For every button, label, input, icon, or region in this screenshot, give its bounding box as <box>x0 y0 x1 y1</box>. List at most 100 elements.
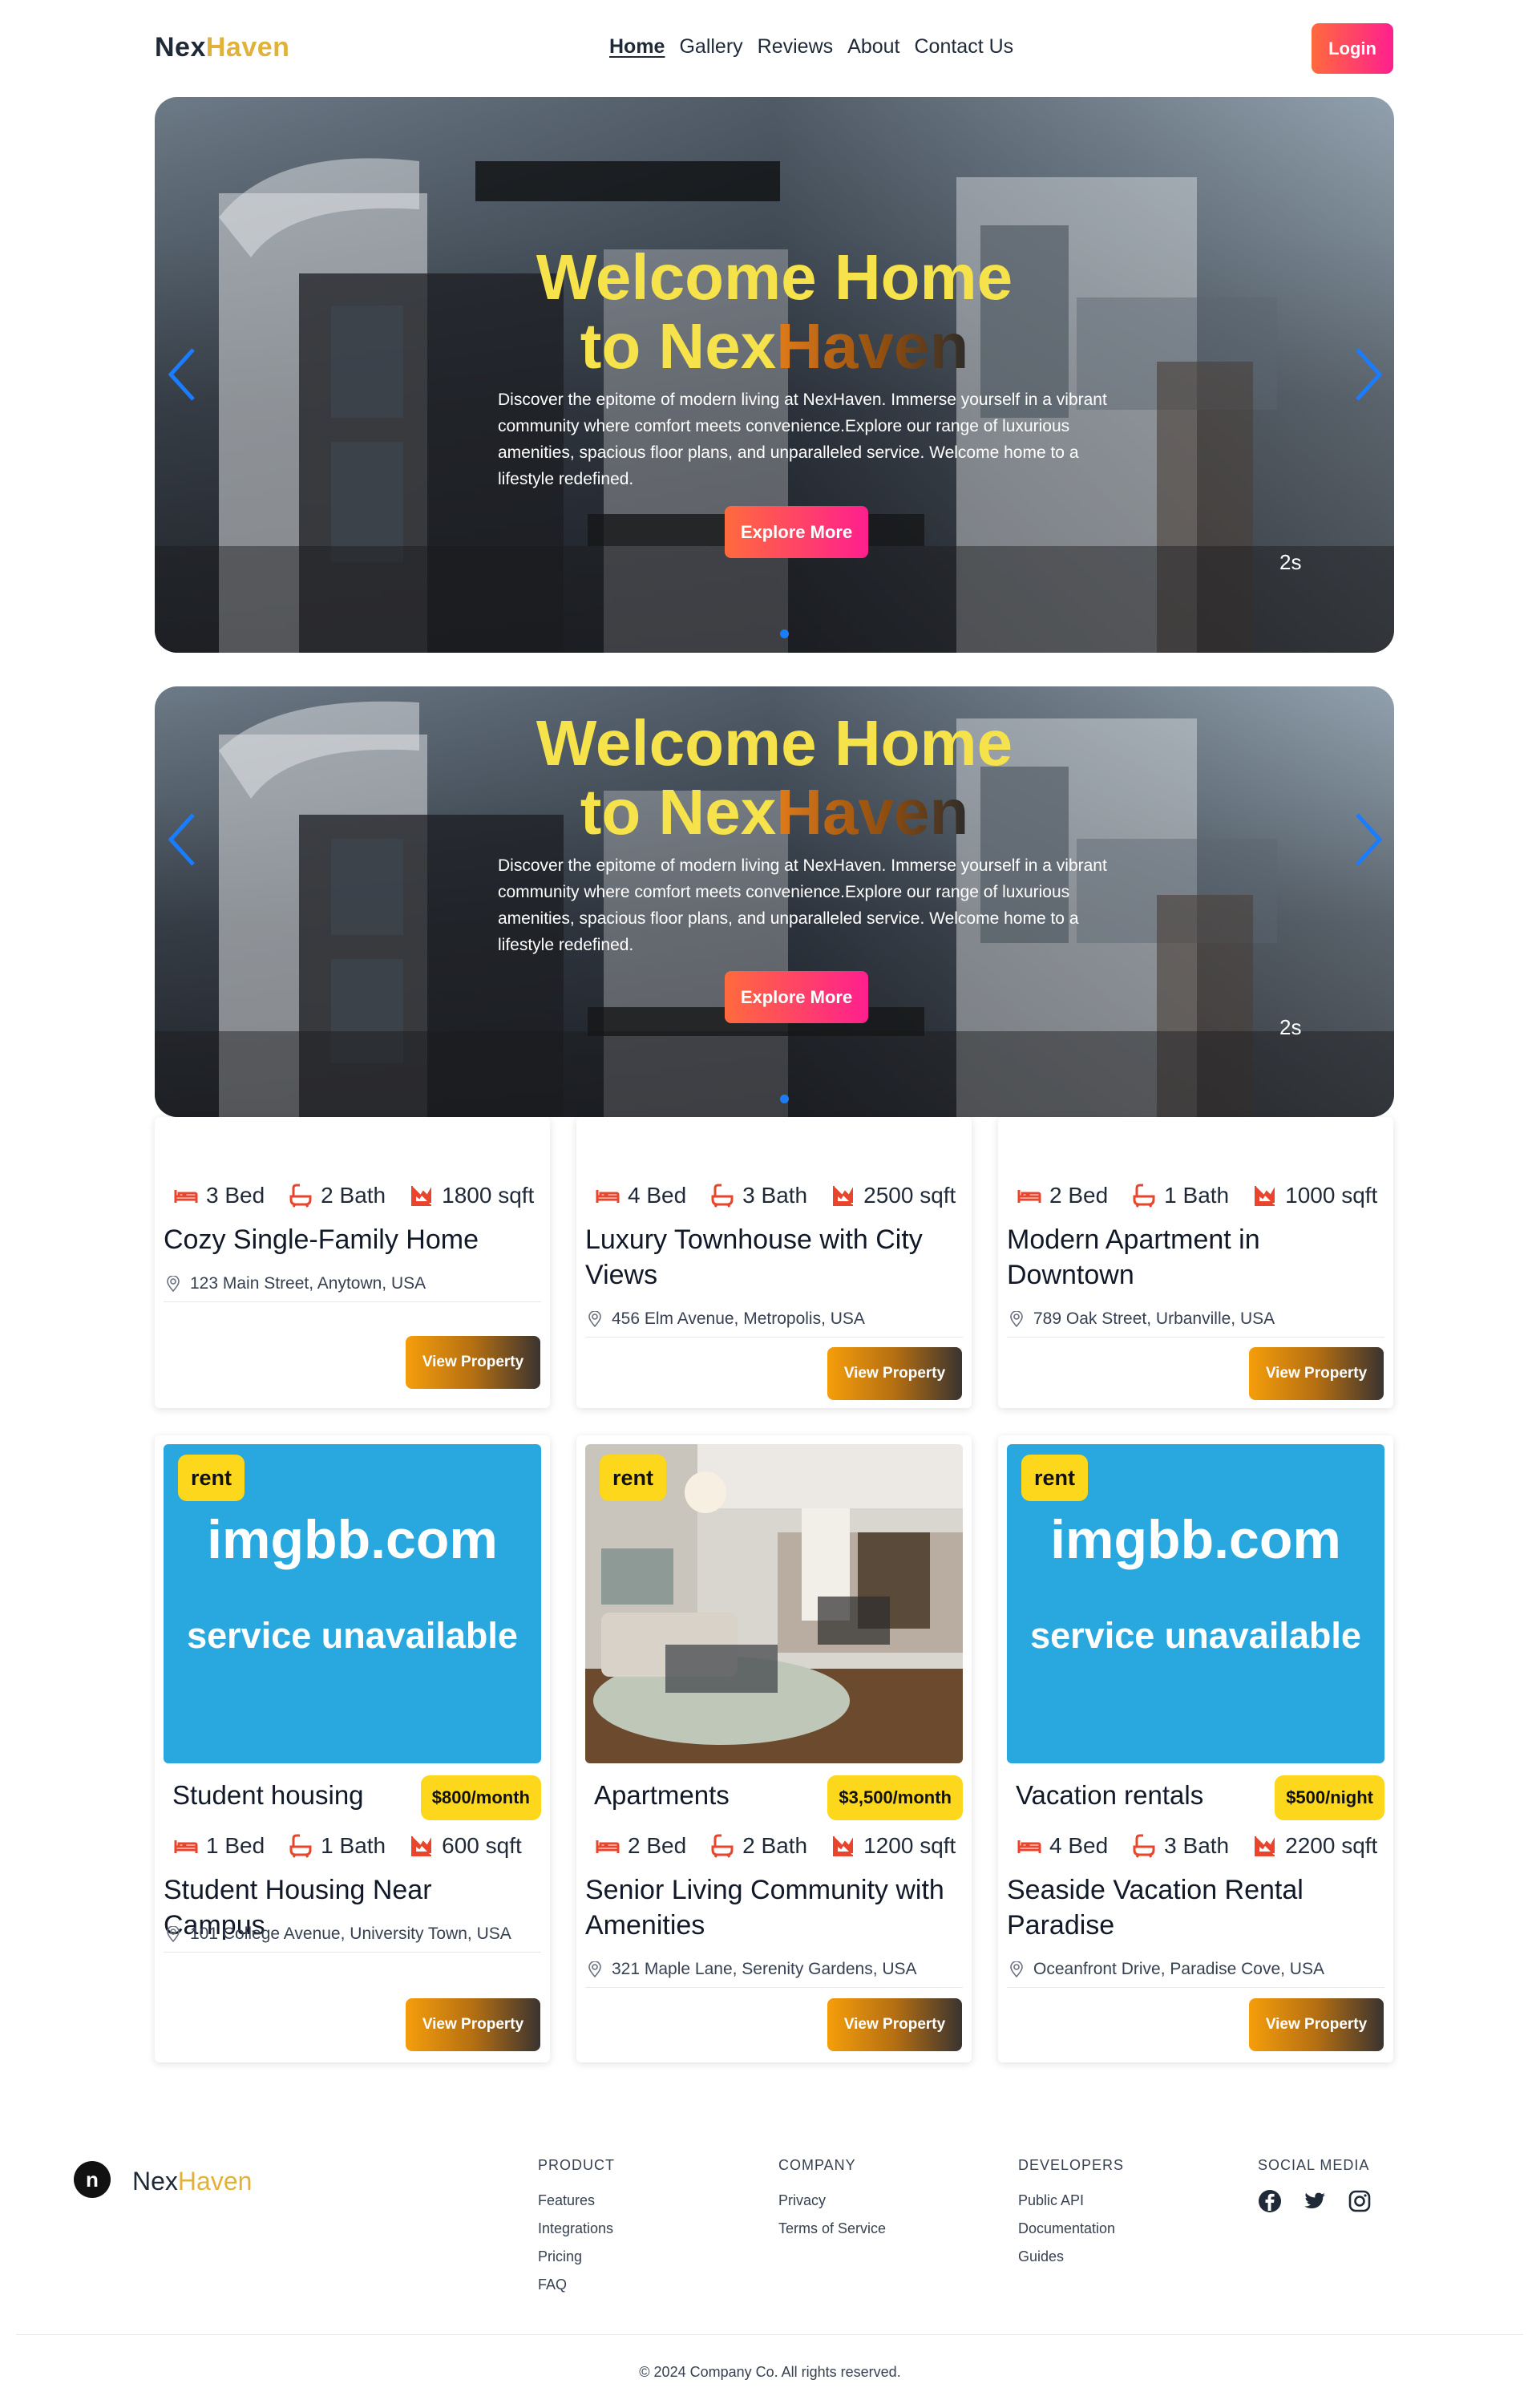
facebook-icon[interactable] <box>1258 2189 1282 2213</box>
carousel-next-icon[interactable] <box>1352 811 1384 868</box>
area-spec: 2500 sqft <box>831 1183 956 1208</box>
beds-spec: 2 Bed <box>1017 1183 1108 1208</box>
bath-icon <box>1133 1834 1155 1858</box>
property-title[interactable]: Modern Apartment in Downtown <box>1007 1222 1384 1293</box>
beds-label: 1 Bed <box>206 1833 265 1858</box>
price-badge: $3,500/month <box>827 1775 963 1820</box>
price-badge: $800/month <box>420 1775 541 1820</box>
explore-more-button[interactable]: Explore More <box>725 506 868 558</box>
carousel-dot[interactable] <box>780 629 789 638</box>
area-icon <box>833 1836 854 1856</box>
carousel-prev-icon[interactable] <box>166 346 198 403</box>
nav-home[interactable]: Home <box>609 35 665 59</box>
baths-spec: 3 Bath <box>1132 1833 1229 1859</box>
footer-link-pricing[interactable]: Pricing <box>538 2248 615 2265</box>
footer-link-faq[interactable]: FAQ <box>538 2277 615 2293</box>
brand-logo[interactable]: NexHaven <box>155 32 289 63</box>
baths-spec: 1 Bath <box>289 1833 386 1859</box>
view-property-button[interactable]: View Property <box>827 1998 962 2051</box>
address-text: 123 Main Street, Anytown, USA <box>190 1274 426 1293</box>
bath-icon <box>289 1834 312 1858</box>
nav-contact[interactable]: Contact Us <box>914 35 1013 59</box>
footer-company-column: COMPANY Privacy Terms of Service <box>778 2157 886 2248</box>
status-badge: rent <box>1021 1455 1089 1501</box>
nav-links: Home Gallery Reviews About Contact Us <box>609 35 1013 59</box>
login-button[interactable]: Login <box>1312 23 1393 74</box>
nav-gallery[interactable]: Gallery <box>679 35 742 59</box>
area-label: 1000 sqft <box>1285 1183 1378 1208</box>
beds-spec: 3 Bed <box>174 1183 265 1208</box>
footer-link-public-api[interactable]: Public API <box>1018 2192 1124 2209</box>
hero-title: Welcome Home to NexHaven <box>155 709 1394 847</box>
property-title[interactable]: Luxury Townhouse with City Views <box>585 1222 962 1293</box>
carousel-next-icon[interactable] <box>1352 346 1384 403</box>
view-property-button[interactable]: View Property <box>827 1347 962 1400</box>
footer-heading: COMPANY <box>778 2157 856 2173</box>
property-address: 321 Maple Lane, Serenity Gardens, USA <box>588 1960 917 1979</box>
footer-logo-icon[interactable]: n <box>74 2161 111 2198</box>
location-pin-icon <box>588 1961 601 1977</box>
hero-title-line2-a: to Nex <box>580 776 777 848</box>
footer-product-column: PRODUCT Features Integrations Pricing FA… <box>538 2157 615 2305</box>
baths-label: 2 Bath <box>742 1833 808 1858</box>
property-specs: 2 Bed 1 Bath 1000 sqft <box>1017 1183 1377 1208</box>
placeholder-title: imgbb.com <box>1050 1509 1341 1570</box>
baths-spec: 1 Bath <box>1132 1183 1229 1208</box>
divider <box>1007 1987 1384 1988</box>
property-specs: 2 Bed 2 Bath 1200 sqft <box>596 1833 956 1859</box>
bath-icon <box>711 1184 734 1208</box>
area-icon <box>411 1836 432 1856</box>
footer-brand[interactable]: NexHaven <box>132 2167 252 2196</box>
property-specs: 1 Bed 1 Bath 600 sqft <box>174 1833 522 1859</box>
placeholder-subtitle: service unavailable <box>1030 1615 1361 1656</box>
footer-link-integrations[interactable]: Integrations <box>538 2220 615 2237</box>
nav-about[interactable]: About <box>847 35 899 59</box>
baths-label: 3 Bath <box>1164 1833 1230 1858</box>
view-property-button[interactable]: View Property <box>1249 1347 1384 1400</box>
footer-link-privacy[interactable]: Privacy <box>778 2192 886 2209</box>
property-address: 101 College Avenue, University Town, USA <box>166 1924 511 1944</box>
area-spec: 600 sqft <box>410 1833 522 1859</box>
address-text: 456 Elm Avenue, Metropolis, USA <box>612 1309 865 1328</box>
property-address: 123 Main Street, Anytown, USA <box>166 1274 426 1293</box>
property-category: Student housing <box>172 1780 364 1810</box>
carousel-prev-icon[interactable] <box>166 811 198 868</box>
address-text: 789 Oak Street, Urbanville, USA <box>1033 1309 1275 1328</box>
address-text: Oceanfront Drive, Paradise Cove, USA <box>1033 1960 1324 1978</box>
footer-link-features[interactable]: Features <box>538 2192 615 2209</box>
bath-icon <box>711 1834 734 1858</box>
footer-social-column: SOCIAL MEDIA <box>1258 2157 1372 2213</box>
area-icon <box>1255 1836 1275 1856</box>
view-property-button[interactable]: View Property <box>1249 1998 1384 2051</box>
view-property-button[interactable]: View Property <box>406 1336 540 1389</box>
bed-icon <box>596 1190 620 1203</box>
bed-icon <box>1017 1190 1041 1203</box>
property-title[interactable]: Senior Living Community with Amenities <box>585 1872 962 1943</box>
property-image[interactable]: imgbb.com service unavailable rent <box>164 1444 541 1763</box>
baths-spec: 2 Bath <box>289 1183 386 1208</box>
hero-title: Welcome Home to NexHaven <box>155 243 1394 381</box>
carousel-dot[interactable] <box>780 1095 789 1103</box>
footer-link-documentation[interactable]: Documentation <box>1018 2220 1124 2237</box>
view-property-button[interactable]: View Property <box>406 1998 540 2051</box>
hero-title-line2-b: Haven <box>776 776 969 848</box>
property-title[interactable]: Seaside Vacation Rental Paradise <box>1007 1872 1384 1943</box>
nav-reviews[interactable]: Reviews <box>758 35 833 59</box>
area-label: 600 sqft <box>442 1833 522 1858</box>
property-address: Oceanfront Drive, Paradise Cove, USA <box>1009 1960 1324 1979</box>
footer-heading: PRODUCT <box>538 2157 615 2173</box>
explore-more-button[interactable]: Explore More <box>725 971 868 1023</box>
address-text: 321 Maple Lane, Serenity Gardens, USA <box>612 1960 917 1978</box>
footer-link-guides[interactable]: Guides <box>1018 2248 1124 2265</box>
brand-part2: Haven <box>205 32 290 63</box>
baths-label: 3 Bath <box>742 1183 808 1208</box>
property-title[interactable]: Cozy Single-Family Home <box>164 1222 540 1257</box>
instagram-icon[interactable] <box>1348 2189 1372 2213</box>
location-pin-icon <box>167 1926 180 1942</box>
twitter-icon[interactable] <box>1303 2189 1327 2213</box>
hero-title-line2: to NexHaven <box>155 778 1394 847</box>
property-image[interactable]: rent <box>585 1444 963 1763</box>
divider <box>164 1952 541 1953</box>
property-image[interactable]: imgbb.com service unavailable rent <box>1007 1444 1384 1763</box>
footer-link-terms[interactable]: Terms of Service <box>778 2220 886 2237</box>
